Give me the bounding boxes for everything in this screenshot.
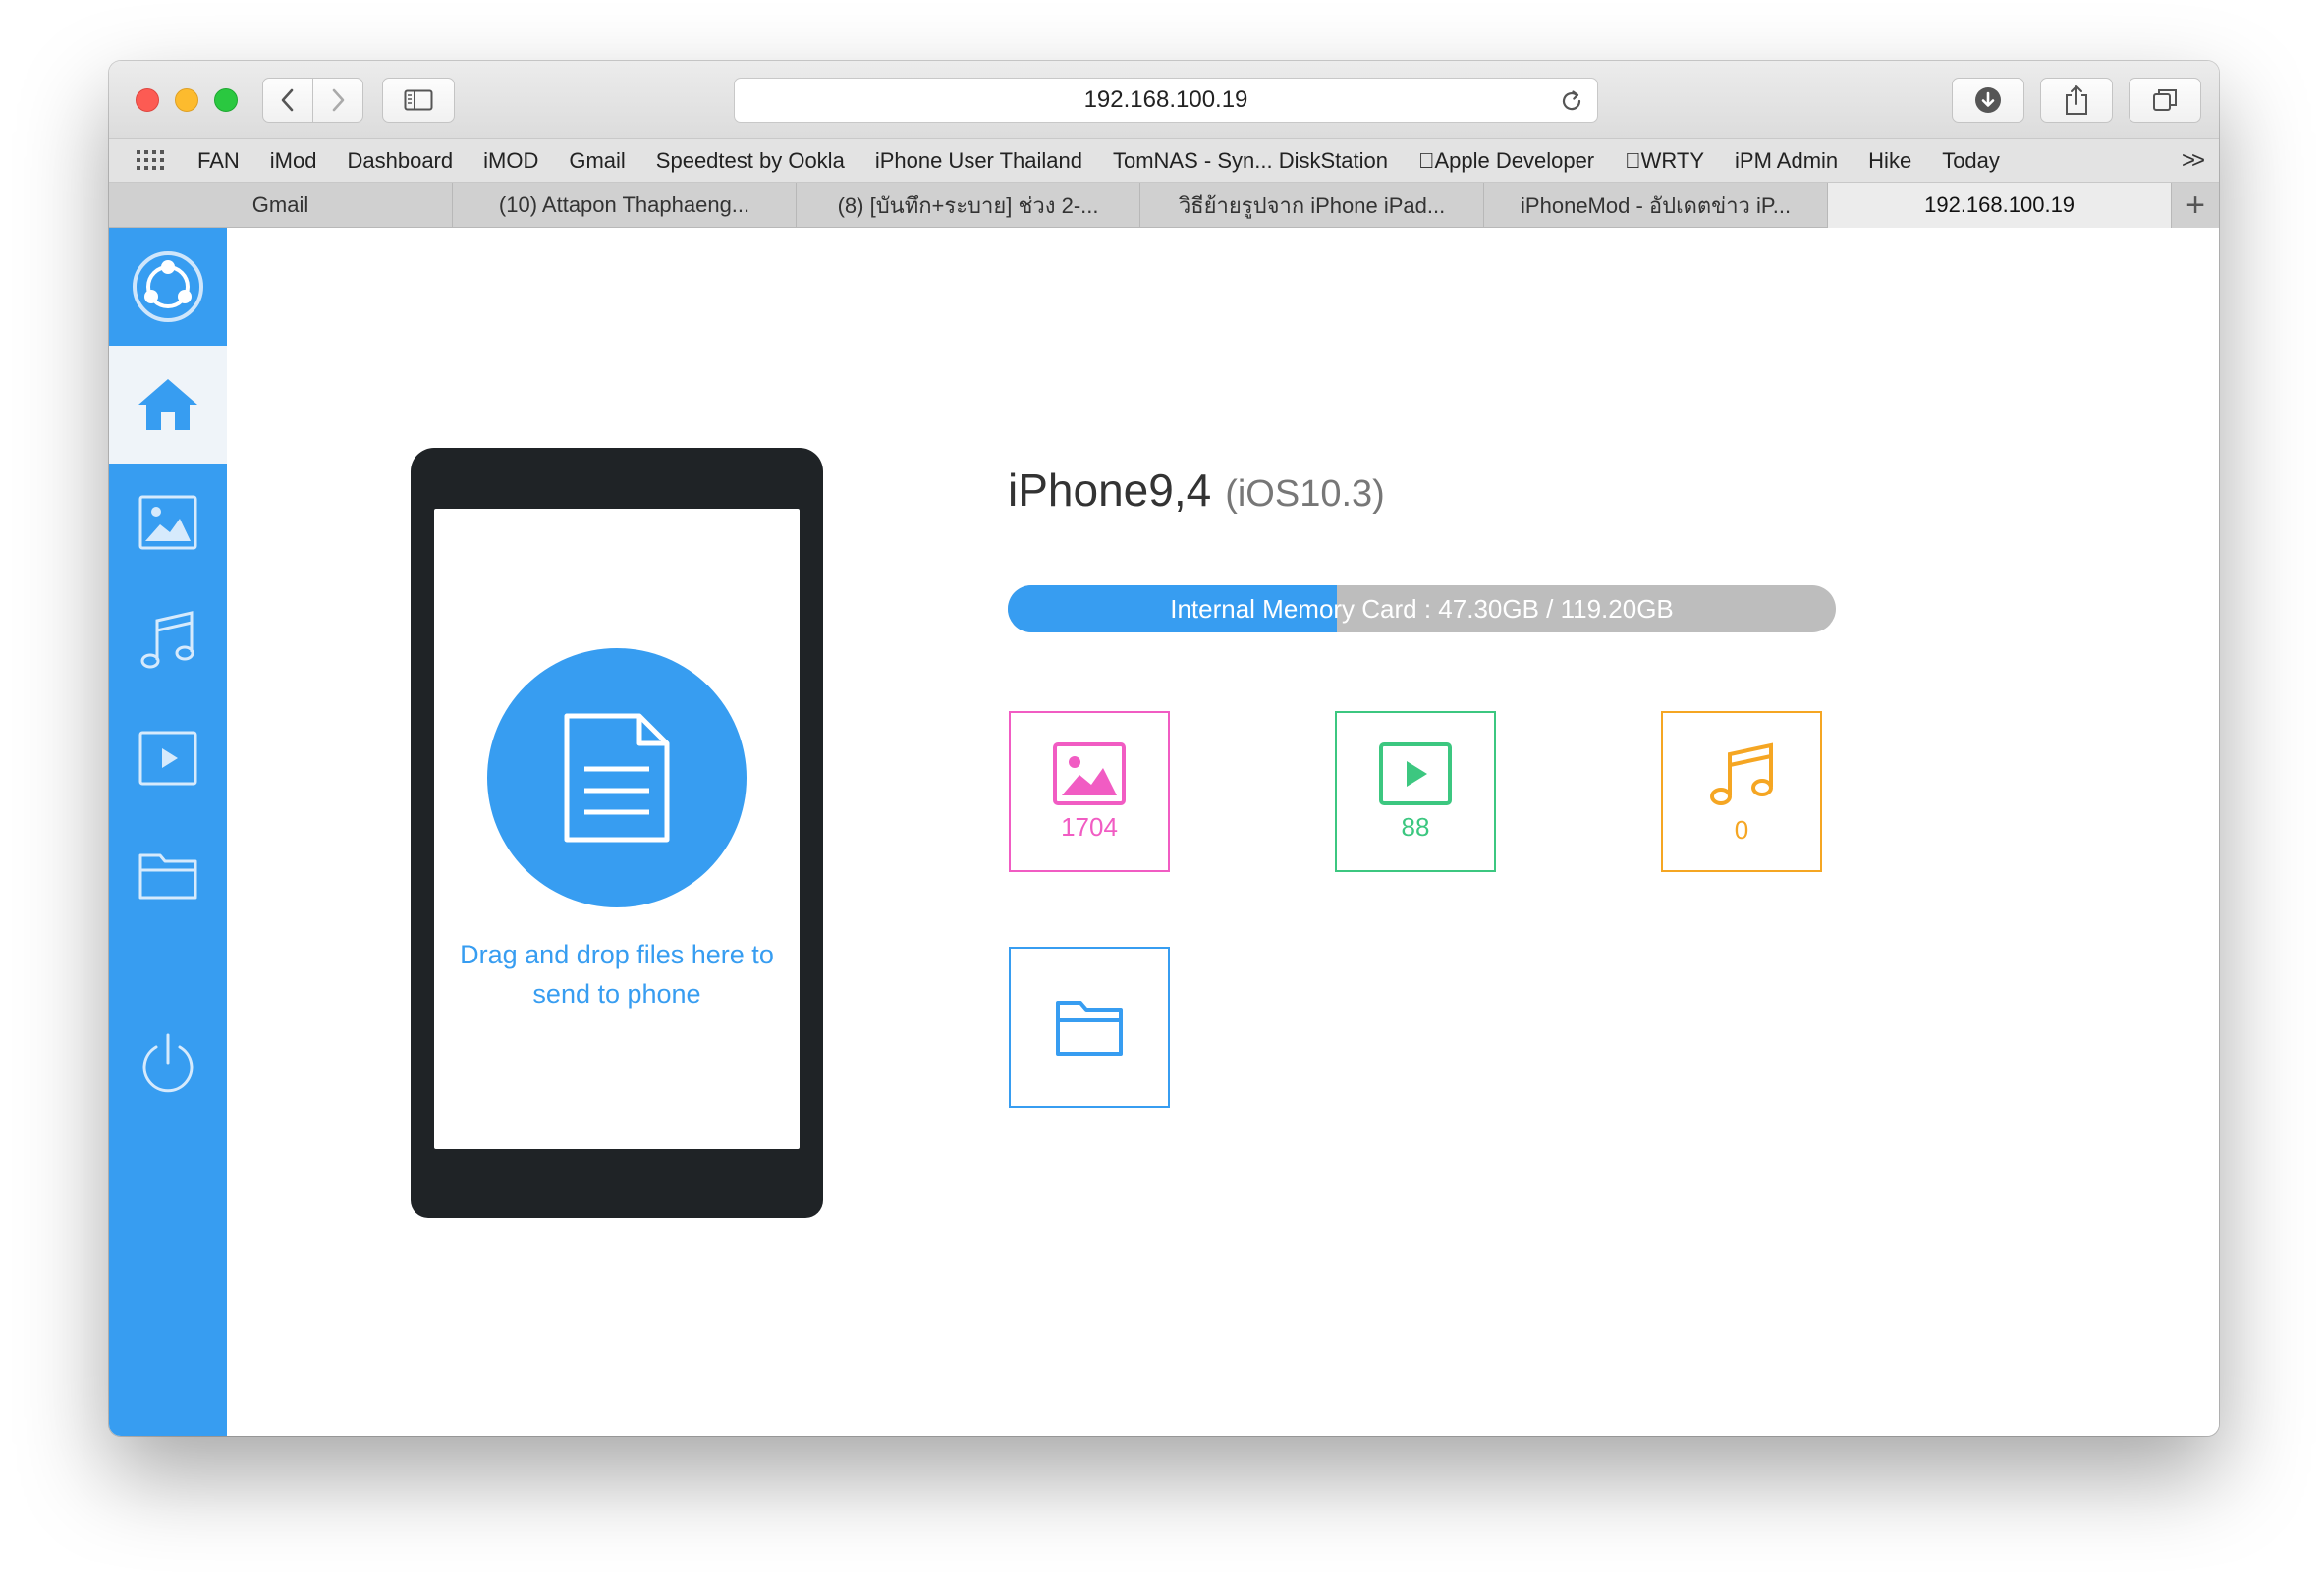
browser-window: 192.168.100.19 FAN iMod Dashboard iMOD G… bbox=[109, 61, 2219, 1436]
reload-icon[interactable] bbox=[1558, 87, 1585, 115]
more-bookmarks-button[interactable]: >> bbox=[2182, 147, 2205, 175]
tab-active-address[interactable]: 192.168.100.19 bbox=[1828, 183, 2173, 228]
show-all-tabs-button[interactable] bbox=[2129, 78, 2201, 123]
bookmark-wrty[interactable]: WRTY bbox=[1625, 148, 1704, 174]
bookmark-iphone-user-thailand[interactable]: iPhone User Thailand bbox=[875, 148, 1082, 174]
apple-logo-icon:  bbox=[1625, 148, 1641, 173]
photos-category-tile[interactable]: 1704 bbox=[1009, 711, 1170, 872]
downloads-button[interactable] bbox=[1952, 78, 2024, 123]
bookmark-wrty-label: WRTY bbox=[1608, 147, 1704, 173]
bookmark-speedtest[interactable]: Speedtest by Ookla bbox=[656, 148, 845, 174]
browser-toolbar: 192.168.100.19 bbox=[109, 61, 2219, 139]
tab-bar: Gmail (10) Attapon Thaphaeng... (8) [บัน… bbox=[109, 183, 2219, 228]
power-icon bbox=[142, 1033, 194, 1093]
sidebar-item-music[interactable] bbox=[109, 581, 227, 699]
storage-bar: Internal Memory Card : 47.30GB / 119.20G… bbox=[1008, 585, 1836, 632]
apps-grid-icon[interactable] bbox=[137, 149, 166, 172]
photos-count: 1704 bbox=[1061, 811, 1118, 842]
bookmark-tomnas[interactable]: TomNAS - Syn... DiskStation bbox=[1113, 148, 1388, 174]
device-title: iPhone9,4 (iOS10.3) bbox=[1008, 464, 1385, 517]
bookmark-apple-developer-label: Apple Developer bbox=[1417, 147, 1594, 173]
app-sidebar bbox=[109, 228, 227, 1436]
folder-icon bbox=[1056, 1001, 1123, 1056]
page-content: Drag and drop files here to send to phon… bbox=[109, 228, 2219, 1436]
files-category-tile[interactable] bbox=[1009, 947, 1170, 1108]
chevron-left-icon bbox=[281, 88, 294, 112]
share-button[interactable] bbox=[2040, 78, 2113, 123]
play-icon bbox=[1379, 741, 1452, 805]
sidebar-icon bbox=[404, 89, 433, 111]
sidebar-item-photos[interactable] bbox=[109, 464, 227, 581]
show-sidebar-button[interactable] bbox=[382, 78, 455, 123]
device-os-version: (iOS10.3) bbox=[1225, 473, 1385, 515]
apple-logo-icon:  bbox=[1418, 148, 1435, 173]
sidebar-item-videos[interactable] bbox=[109, 699, 227, 817]
app-logo[interactable] bbox=[109, 228, 227, 346]
sidebar-item-files[interactable] bbox=[109, 817, 227, 935]
phone-drop-zone: Drag and drop files here to send to phon… bbox=[411, 448, 823, 1218]
address-bar[interactable]: 192.168.100.19 bbox=[734, 78, 1598, 123]
share-icon bbox=[2066, 85, 2087, 115]
bookmark-apple-developer[interactable]: Apple Developer bbox=[1418, 148, 1594, 174]
image-icon bbox=[1053, 741, 1126, 805]
bookmark-today[interactable]: Today bbox=[1942, 148, 2000, 174]
tabs-icon bbox=[2153, 89, 2177, 111]
download-icon bbox=[1975, 87, 2001, 113]
music-count: 0 bbox=[1734, 814, 1749, 845]
chevron-right-icon bbox=[332, 88, 345, 112]
drop-target[interactable] bbox=[487, 648, 747, 907]
bookmark-dashboard[interactable]: Dashboard bbox=[347, 148, 453, 174]
drop-instructions: Drag and drop files here to send to phon… bbox=[460, 940, 774, 1009]
maximize-window-button[interactable] bbox=[214, 88, 238, 112]
bookmark-imod-caps[interactable]: iMOD bbox=[483, 148, 538, 174]
tab-gmail[interactable]: Gmail bbox=[109, 183, 454, 228]
address-text: 192.168.100.19 bbox=[1083, 86, 1248, 113]
back-button[interactable] bbox=[262, 78, 313, 123]
tab-forum[interactable]: (8) [บันทึก+ระบาย] ช่วง 2-... bbox=[797, 183, 1141, 228]
videos-category-tile[interactable]: 88 bbox=[1335, 711, 1496, 872]
minimize-window-button[interactable] bbox=[175, 88, 198, 112]
folder-icon bbox=[138, 853, 197, 900]
forward-button[interactable] bbox=[312, 78, 363, 123]
music-icon bbox=[140, 611, 194, 669]
phone-screen[interactable]: Drag and drop files here to send to phon… bbox=[434, 509, 800, 1149]
tab-move-photos[interactable]: วิธีย้ายรูปจาก iPhone iPad... bbox=[1140, 183, 1485, 228]
bookmark-ipm-admin[interactable]: iPM Admin bbox=[1735, 148, 1838, 174]
home-icon bbox=[138, 379, 197, 430]
music-category-tile[interactable]: 0 bbox=[1661, 711, 1822, 872]
sidebar-item-disconnect[interactable] bbox=[109, 1004, 227, 1122]
bookmarks-bar: FAN iMod Dashboard iMOD Gmail Speedtest … bbox=[109, 139, 2219, 183]
videos-count: 88 bbox=[1401, 811, 1430, 842]
sidebar-item-home[interactable] bbox=[109, 346, 227, 464]
bookmark-gmail[interactable]: Gmail bbox=[569, 148, 625, 174]
device-model: iPhone9,4 bbox=[1008, 465, 1212, 516]
document-icon bbox=[564, 713, 670, 843]
close-window-button[interactable] bbox=[136, 88, 159, 112]
video-icon bbox=[138, 731, 197, 786]
tab-iphonemod[interactable]: iPhoneMod - อัปเดตข่าว iP... bbox=[1484, 183, 1829, 228]
bookmark-imod[interactable]: iMod bbox=[270, 148, 317, 174]
tab-facebook[interactable]: (10) Attapon Thaphaeng... bbox=[453, 183, 798, 228]
new-tab-button[interactable]: + bbox=[2172, 183, 2219, 228]
photos-icon bbox=[138, 495, 197, 550]
app-logo-icon bbox=[133, 251, 203, 322]
music-icon bbox=[1710, 742, 1773, 805]
bookmark-hike[interactable]: Hike bbox=[1868, 148, 1911, 174]
storage-label: Internal Memory Card : 47.30GB / 119.20G… bbox=[1170, 593, 1674, 624]
bookmark-fan[interactable]: FAN bbox=[197, 148, 240, 174]
